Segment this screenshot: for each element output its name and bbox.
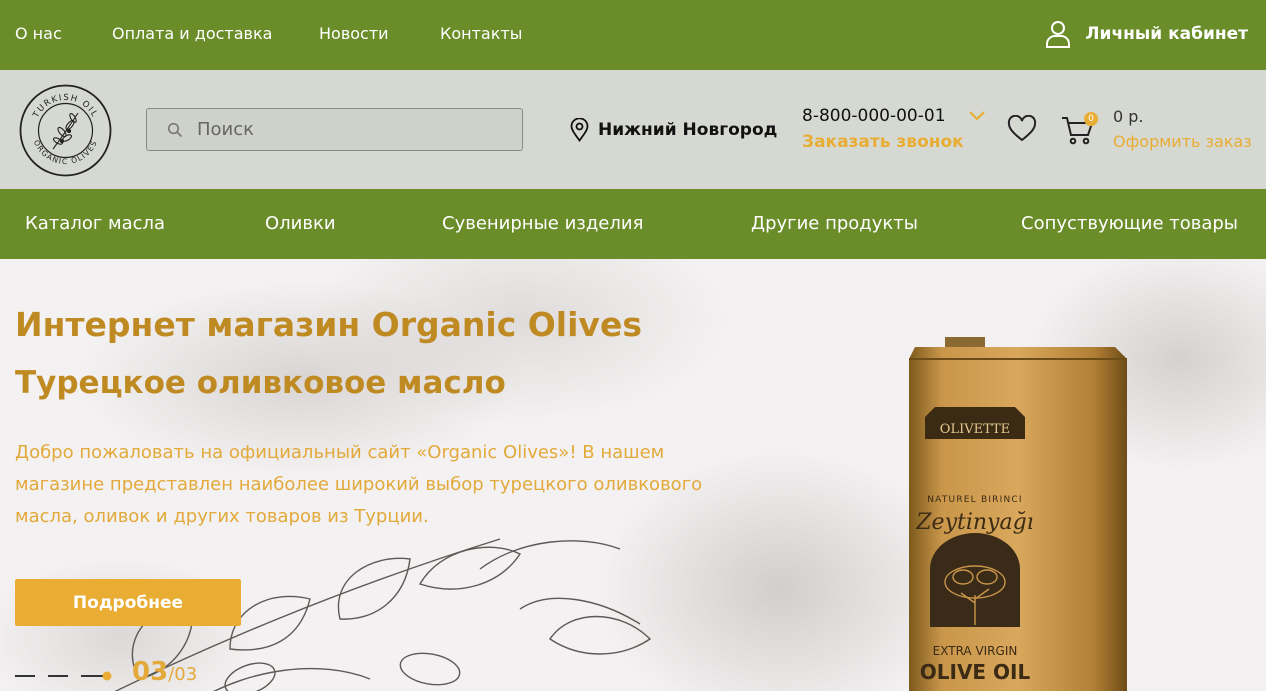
slide-total: /03 — [168, 664, 198, 685]
search-input[interactable] — [197, 119, 497, 140]
olive-oil-tin-image: OLIVETTE NATUREL BIRINCI Zeytinyağı EXTR… — [909, 337, 1127, 691]
search-box[interactable] — [146, 108, 523, 151]
top-nav-contacts[interactable]: Контакты — [440, 24, 522, 43]
tin-line3: EXTRA VIRGIN — [933, 644, 1018, 658]
top-nav-about[interactable]: О нас — [15, 24, 62, 43]
top-nav-payment-delivery[interactable]: Оплата и доставка — [112, 24, 272, 43]
more-button[interactable]: Подробнее — [15, 579, 241, 626]
location-pin-icon — [570, 118, 589, 142]
logo-top-text: TURKISH OIL — [31, 93, 98, 121]
category-related-goods[interactable]: Сопуствующие товары — [1021, 213, 1238, 234]
slider-pagination[interactable] — [15, 663, 130, 683]
hero-title: Интернет магазин Organic Olives — [15, 305, 642, 344]
slide-indicator-active — [102, 671, 112, 681]
category-nav: Каталог масла Оливки Сувенирные изделия … — [0, 189, 1266, 259]
category-souvenirs[interactable]: Сувенирные изделия — [442, 213, 643, 234]
user-icon — [1046, 21, 1071, 48]
account-link[interactable]: Личный кабинет — [1045, 20, 1248, 48]
search-icon — [167, 122, 183, 137]
phone-number[interactable]: 8-800-000-00-01 — [802, 106, 946, 126]
hero-banner: Интернет магазин Organic Olives Турецкое… — [0, 259, 1266, 691]
svg-text:TURKISH OIL: TURKISH OIL — [31, 93, 100, 121]
olive-branch-icon — [52, 112, 79, 150]
top-nav-news[interactable]: Новости — [319, 24, 389, 43]
top-bar: О нас Оплата и доставка Новости Контакты… — [0, 0, 1266, 70]
hero-description: Добро пожаловать на официальный сайт «Or… — [15, 442, 703, 527]
city-name: Нижний Новгород — [598, 120, 778, 140]
hero-subtitle: Турецкое оливковое масло — [15, 365, 506, 401]
slide-current: 03 — [132, 657, 169, 687]
category-other-products[interactable]: Другие продукты — [751, 213, 918, 234]
account-label: Личный кабинет — [1085, 24, 1248, 44]
tin-line1: NATUREL BIRINCI — [927, 495, 1023, 505]
cart-total: 0 р. — [1113, 107, 1144, 126]
tin-brand: OLIVETTE — [940, 422, 1010, 437]
callback-link[interactable]: Заказать звонок — [802, 132, 964, 152]
checkout-link[interactable]: Оформить заказ — [1113, 132, 1252, 151]
chevron-down-icon[interactable] — [968, 110, 986, 122]
cart-count-badge: 0 — [1084, 112, 1098, 126]
category-olives[interactable]: Оливки — [265, 213, 336, 234]
tin-line4: OLIVE OIL — [920, 660, 1031, 684]
logo[interactable]: TURKISH OIL ORGANIC OLIVES — [18, 83, 113, 178]
header: TURKISH OIL ORGANIC OLIVES Нижний Новгор… — [0, 70, 1266, 189]
category-oil-catalog[interactable]: Каталог масла — [25, 213, 165, 234]
city-selector[interactable]: Нижний Новгород — [570, 118, 777, 142]
heart-icon[interactable] — [1007, 115, 1037, 143]
slide-counter: 03/03 — [132, 657, 197, 687]
tin-line2: Zeytinyağı — [915, 510, 1033, 535]
